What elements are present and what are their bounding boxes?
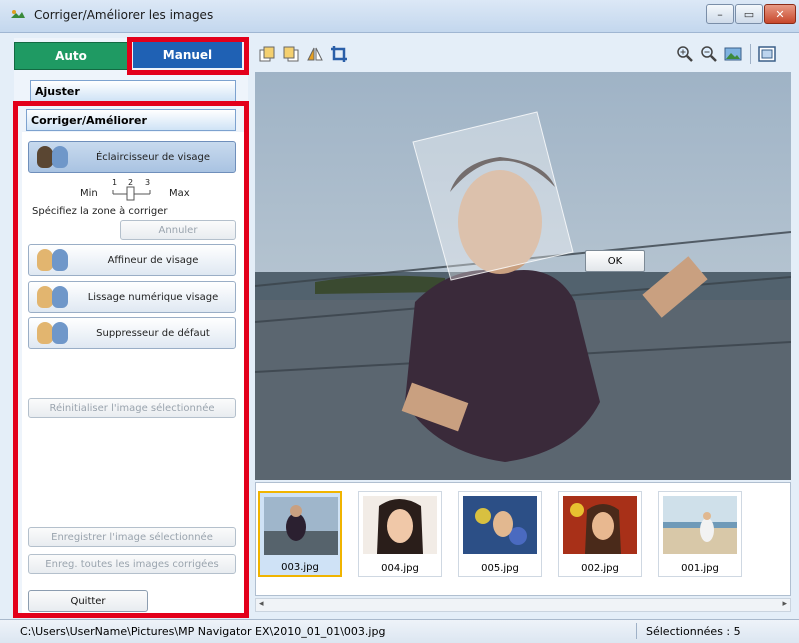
- thumbnail-004-image: [363, 496, 437, 554]
- full-screen-icon[interactable]: [758, 45, 776, 63]
- zoom-in-icon[interactable]: [676, 45, 694, 63]
- close-button[interactable]: ✕: [764, 4, 796, 24]
- section-correct[interactable]: Corriger/Améliorer: [26, 109, 236, 131]
- preview-photo: [255, 72, 791, 480]
- scroll-left-icon[interactable]: ◂: [259, 599, 264, 609]
- tab-manuel[interactable]: Manuel: [133, 42, 242, 68]
- zoom-out-icon[interactable]: [700, 45, 718, 63]
- thumbnail-strip: 003.jpg 004.jpg 005.jpg 002.jpg 001.jpg: [255, 482, 791, 596]
- tab-auto[interactable]: Auto: [14, 42, 128, 70]
- app-window: Corriger/Améliorer les images – ▭ ✕ Auto…: [0, 0, 799, 643]
- toolbar-divider: [750, 44, 751, 64]
- thumbnail-001-caption: 001.jpg: [681, 563, 719, 574]
- app-icon: [11, 10, 25, 18]
- thumbnail-005-caption: 005.jpg: [481, 563, 519, 574]
- thumbnail-002[interactable]: 002.jpg: [558, 491, 642, 577]
- thumbnail-003-image: [264, 497, 338, 555]
- maximize-button[interactable]: ▭: [735, 4, 763, 24]
- face-brightener-icon: [35, 144, 71, 170]
- thumbnail-002-image: [563, 496, 637, 554]
- digital-face-smoothing-button[interactable]: Lissage numérique visage: [28, 281, 236, 313]
- rotate-left-icon[interactable]: [258, 45, 276, 63]
- minimize-button[interactable]: –: [706, 4, 734, 24]
- blemish-remover-label: Suppresseur de défaut: [96, 327, 210, 339]
- thumbnail-004-caption: 004.jpg: [381, 563, 419, 574]
- crop-icon[interactable]: [330, 45, 348, 63]
- blemish-remover-button[interactable]: Suppresseur de défaut: [28, 317, 236, 349]
- reset-selected-button[interactable]: Réinitialiser l'image sélectionnée: [28, 398, 236, 418]
- specify-area-text: Spécifiez la zone à corriger: [32, 206, 168, 217]
- thumbnail-003-caption: 003.jpg: [281, 562, 319, 573]
- slider-max-label: Max: [169, 188, 190, 199]
- face-sharpener-label: Affineur de visage: [107, 254, 199, 266]
- thumbnail-scrollbar[interactable]: ◂ ▸: [255, 598, 791, 612]
- thumbnail-005-image: [463, 496, 537, 554]
- fit-image-icon[interactable]: [724, 45, 742, 63]
- thumbnail-001-image: [663, 496, 737, 554]
- section-adjust[interactable]: Ajuster: [30, 80, 236, 102]
- mirror-icon[interactable]: [306, 45, 324, 63]
- image-preview[interactable]: OK: [255, 72, 791, 480]
- digital-face-smoothing-icon: [35, 284, 71, 310]
- blemish-remover-icon: [35, 320, 71, 346]
- thumbnail-001[interactable]: 001.jpg: [658, 491, 742, 577]
- file-path: C:\Users\UserName\Pictures\MP Navigator …: [20, 625, 386, 638]
- cancel-button[interactable]: Annuler: [120, 220, 236, 240]
- thumbnail-002-caption: 002.jpg: [581, 563, 619, 574]
- status-bar: C:\Users\UserName\Pictures\MP Navigator …: [0, 619, 799, 643]
- face-sharpener-icon: [35, 247, 71, 273]
- slider-min-label: Min: [80, 188, 98, 199]
- rotate-right-icon[interactable]: [282, 45, 300, 63]
- scroll-right-icon[interactable]: ▸: [782, 599, 787, 609]
- save-all-button[interactable]: Enreg. toutes les images corrigées: [28, 554, 236, 574]
- intensity-slider[interactable]: [110, 186, 154, 202]
- digital-face-smoothing-label: Lissage numérique visage: [87, 291, 219, 303]
- face-brightener-label: Éclaircisseur de visage: [95, 151, 211, 163]
- thumbnail-005[interactable]: 005.jpg: [458, 491, 542, 577]
- face-sharpener-button[interactable]: Affineur de visage: [28, 244, 236, 276]
- thumbnail-003[interactable]: 003.jpg: [258, 491, 342, 577]
- save-selected-button[interactable]: Enregistrer l'image sélectionnée: [28, 527, 236, 547]
- selected-count: Sélectionnées : 5: [646, 625, 741, 638]
- quit-button[interactable]: Quitter: [28, 590, 148, 612]
- status-divider: [636, 623, 637, 639]
- face-brightener-button[interactable]: Éclaircisseur de visage: [28, 141, 236, 173]
- title-bar: Corriger/Améliorer les images – ▭ ✕: [0, 0, 799, 33]
- thumbnail-004[interactable]: 004.jpg: [358, 491, 442, 577]
- window-title: Corriger/Améliorer les images: [34, 8, 214, 22]
- ok-button[interactable]: OK: [585, 250, 645, 272]
